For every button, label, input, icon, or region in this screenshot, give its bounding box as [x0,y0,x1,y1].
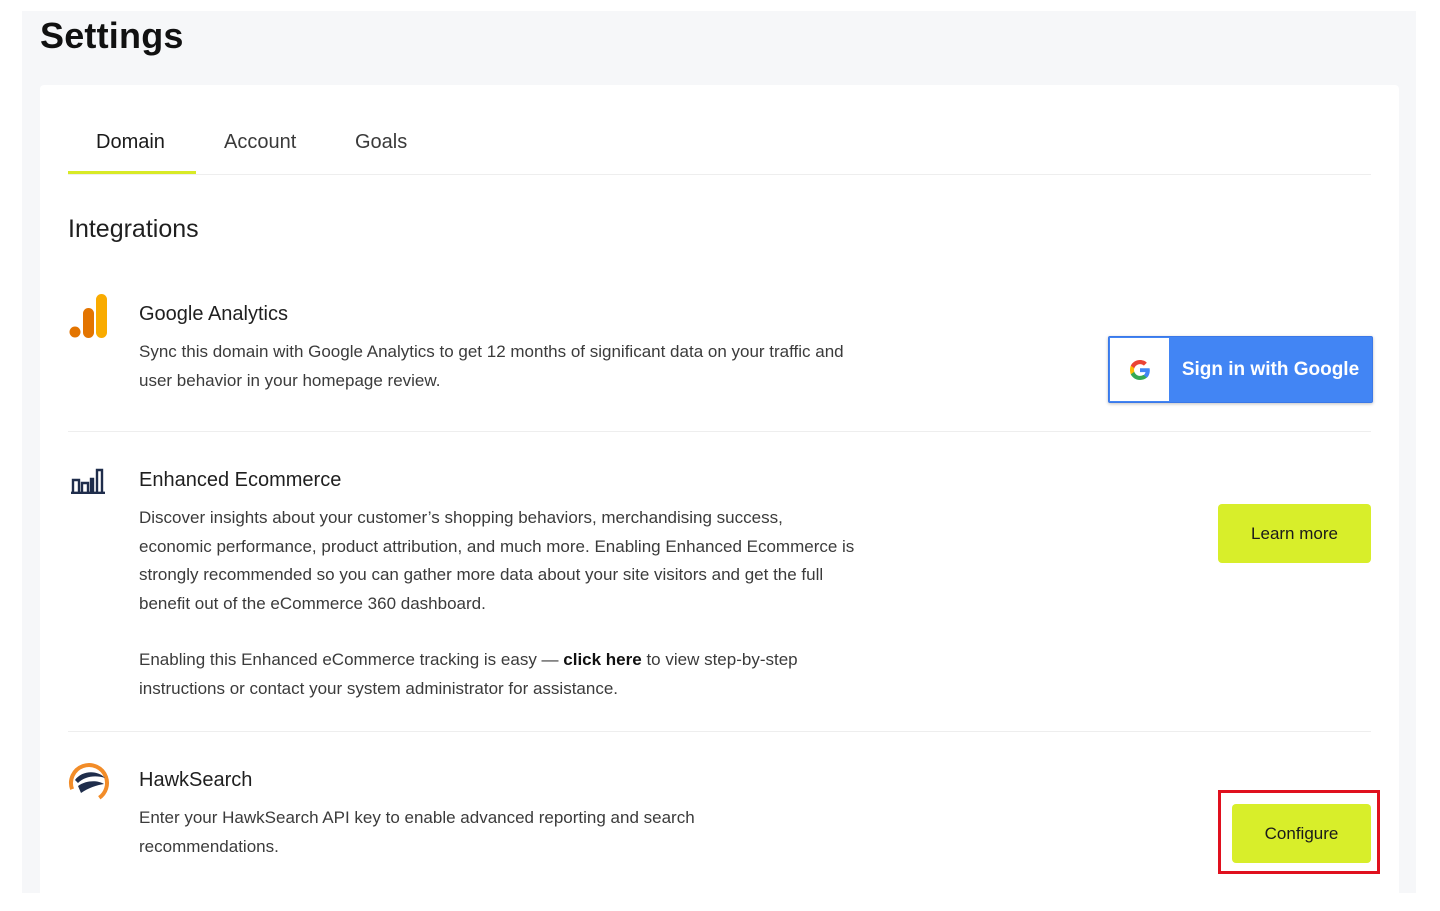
integration-description: Sync this domain with Google Analytics t… [139,342,844,390]
settings-card: Domain Account Goals Integrations Google… [40,85,1399,905]
learn-more-button[interactable]: Learn more [1218,504,1371,563]
tab-goals[interactable]: Goals [355,131,407,154]
integrations-heading: Integrations [68,215,199,243]
divider [68,431,1371,432]
integration-name: Google Analytics [139,303,288,325]
bar-chart-icon [71,468,105,499]
google-g-icon [1110,338,1169,401]
tab-domain[interactable]: Domain [96,131,165,154]
integration-description: Discover insights about your customer’s … [139,508,855,613]
google-analytics-icon [68,294,110,343]
page-title: Settings [40,15,184,56]
tab-bar: Domain Account Goals [68,85,1371,175]
divider [68,731,1371,732]
click-here-link[interactable]: click here [563,650,641,669]
active-tab-indicator [68,171,196,174]
sign-in-with-google-button[interactable]: Sign in with Google [1108,336,1373,403]
integration-note: Enabling this Enhanced eCommerce trackin… [139,646,839,703]
integration-description: Enter your HawkSearch API key to enable … [139,808,695,856]
integration-name: Enhanced Ecommerce [139,469,342,491]
tab-account[interactable]: Account [224,131,296,154]
note-prefix: Enabling this Enhanced eCommerce trackin… [139,650,564,669]
sign-in-with-google-label: Sign in with Google [1181,358,1360,380]
hawksearch-logo-icon [68,762,110,809]
integration-name: HawkSearch [139,769,253,791]
highlight-annotation-box [1218,790,1380,874]
